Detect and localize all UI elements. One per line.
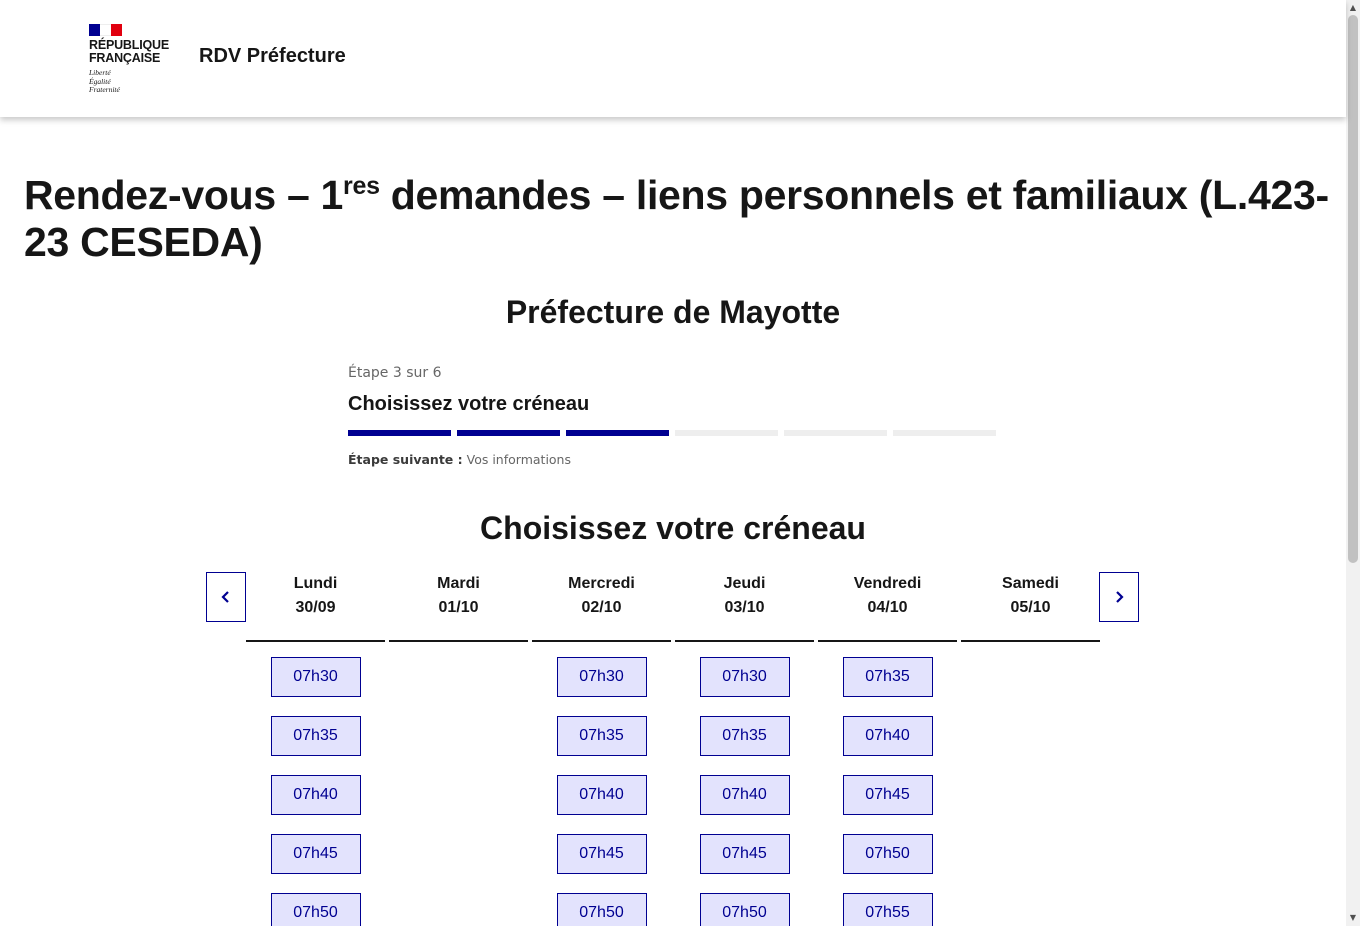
day-slots: 07h30 07h35 07h40 07h45 07h50 xyxy=(675,642,814,926)
day-header: Vendredi 04/10 xyxy=(818,572,957,642)
day-header: Samedi 05/10 xyxy=(961,572,1100,642)
step-bar-5 xyxy=(784,430,887,436)
chevron-right-icon xyxy=(1116,591,1124,603)
stepper: Étape 3 sur 6 Choisissez votre créneau É… xyxy=(348,363,998,467)
time-slot-button[interactable]: 07h50 xyxy=(842,834,933,874)
day-header: Jeudi 03/10 xyxy=(675,572,814,642)
day-name: Lundi xyxy=(293,575,338,592)
day-header: Mardi 01/10 xyxy=(389,572,528,642)
page-title-superscript: res xyxy=(343,172,380,200)
day-slots xyxy=(389,642,528,657)
scroll-up-arrow-icon[interactable]: ▲ xyxy=(1346,3,1360,13)
step-bar-6 xyxy=(893,430,996,436)
step-title: Choisissez votre créneau xyxy=(348,393,590,415)
day-column: Lundi 30/09 07h30 07h35 07h40 07h45 07h50 xyxy=(246,572,385,926)
time-slot-button[interactable]: 07h50 xyxy=(556,893,647,926)
prefecture-name: Préfecture de Mayotte xyxy=(505,294,841,330)
day-column: Mardi 01/10 xyxy=(389,572,528,926)
time-slot-button[interactable]: 07h30 xyxy=(699,657,790,697)
time-slot-button[interactable]: 07h30 xyxy=(556,657,647,697)
site-header: RÉPUBLIQUE FRANÇAISE Liberté Égalité Fra… xyxy=(0,0,1346,117)
time-slot-button[interactable]: 07h45 xyxy=(842,775,933,815)
previous-week-button[interactable] xyxy=(206,572,246,622)
step-bar-4 xyxy=(675,430,778,436)
page-title: Rendez-vous – 1res demandes – liens pers… xyxy=(24,172,1334,266)
day-name: Jeudi xyxy=(723,575,766,592)
step-next-label: Étape suivante : xyxy=(348,452,463,467)
time-slot-button[interactable]: 07h40 xyxy=(556,775,647,815)
day-name: Samedi xyxy=(1002,575,1059,592)
step-progress-bars xyxy=(348,430,998,436)
time-slot-button[interactable]: 07h45 xyxy=(556,834,647,874)
time-slot-button[interactable]: 07h50 xyxy=(270,893,361,926)
day-name: Mercredi xyxy=(568,575,635,592)
day-name: Vendredi xyxy=(853,575,922,592)
time-slot-button[interactable]: 07h40 xyxy=(270,775,361,815)
step-bar-1 xyxy=(348,430,451,436)
slot-section-heading: Choisissez votre créneau xyxy=(480,510,866,546)
republic-motto: Liberté Égalité Fraternité xyxy=(89,68,179,95)
day-date: 04/10 xyxy=(867,599,908,616)
time-slot-button[interactable]: 07h55 xyxy=(842,893,933,926)
time-slot-button[interactable]: 07h50 xyxy=(699,893,790,926)
republic-name: RÉPUBLIQUE FRANÇAISE xyxy=(89,39,179,65)
time-slot-button[interactable]: 07h35 xyxy=(556,716,647,756)
next-week-button[interactable] xyxy=(1099,572,1139,622)
day-slots: 07h35 07h40 07h45 07h50 07h55 xyxy=(818,642,957,926)
republic-line-2: FRANÇAISE xyxy=(89,51,161,65)
page-scrollbar[interactable]: ▲ ▼ xyxy=(1346,0,1360,926)
day-date: 01/10 xyxy=(438,599,479,616)
day-date: 02/10 xyxy=(581,599,622,616)
site-title-link[interactable]: RDV Préfecture xyxy=(199,45,346,68)
day-date: 03/10 xyxy=(724,599,765,616)
time-slot-button[interactable]: 07h35 xyxy=(842,657,933,697)
day-slots: 07h30 07h35 07h40 07h45 07h50 xyxy=(246,642,385,926)
time-slot-button[interactable]: 07h40 xyxy=(842,716,933,756)
page-title-prefix: Rendez-vous – 1 xyxy=(24,172,344,218)
time-slot-button[interactable]: 07h35 xyxy=(699,716,790,756)
step-next-info: Étape suivante : Vos informations xyxy=(348,452,998,467)
motto-fraternite: Fraternité xyxy=(89,85,120,94)
day-header: Lundi 30/09 xyxy=(246,572,385,642)
step-next-value: Vos informations xyxy=(466,452,571,467)
scrollbar-thumb[interactable] xyxy=(1348,15,1358,563)
step-bar-2 xyxy=(457,430,560,436)
time-slot-button[interactable]: 07h40 xyxy=(699,775,790,815)
marianne-flag-icon xyxy=(89,24,122,36)
day-date: 05/10 xyxy=(1010,599,1051,616)
step-count: Étape 3 sur 6 xyxy=(348,365,442,381)
day-name: Mardi xyxy=(437,575,480,592)
day-date: 30/09 xyxy=(295,599,336,616)
step-bar-3 xyxy=(566,430,669,436)
day-column: Vendredi 04/10 07h35 07h40 07h45 07h50 07h55 xyxy=(818,572,957,926)
day-column: Jeudi 03/10 07h30 07h35 07h40 07h45 07h50 xyxy=(675,572,814,926)
republique-francaise-logo[interactable]: RÉPUBLIQUE FRANÇAISE Liberté Égalité Fra… xyxy=(89,24,179,95)
time-slot-button[interactable]: 07h35 xyxy=(270,716,361,756)
time-slot-button[interactable]: 07h45 xyxy=(270,834,361,874)
day-column: Mercredi 02/10 07h30 07h35 07h40 07h45 07h50 xyxy=(532,572,671,926)
day-header: Mercredi 02/10 xyxy=(532,572,671,642)
chevron-left-icon xyxy=(221,591,229,603)
time-slot-button[interactable]: 07h45 xyxy=(699,834,790,874)
day-slots xyxy=(961,642,1100,657)
time-slot-button[interactable]: 07h30 xyxy=(270,657,361,697)
scroll-down-arrow-icon[interactable]: ▼ xyxy=(1346,913,1360,923)
day-column: Samedi 05/10 xyxy=(961,572,1100,926)
calendar-days: Lundi 30/09 07h30 07h35 07h40 07h45 07h50 Mardi… xyxy=(246,572,1100,926)
day-slots: 07h30 07h35 07h40 07h45 07h50 xyxy=(532,642,671,926)
